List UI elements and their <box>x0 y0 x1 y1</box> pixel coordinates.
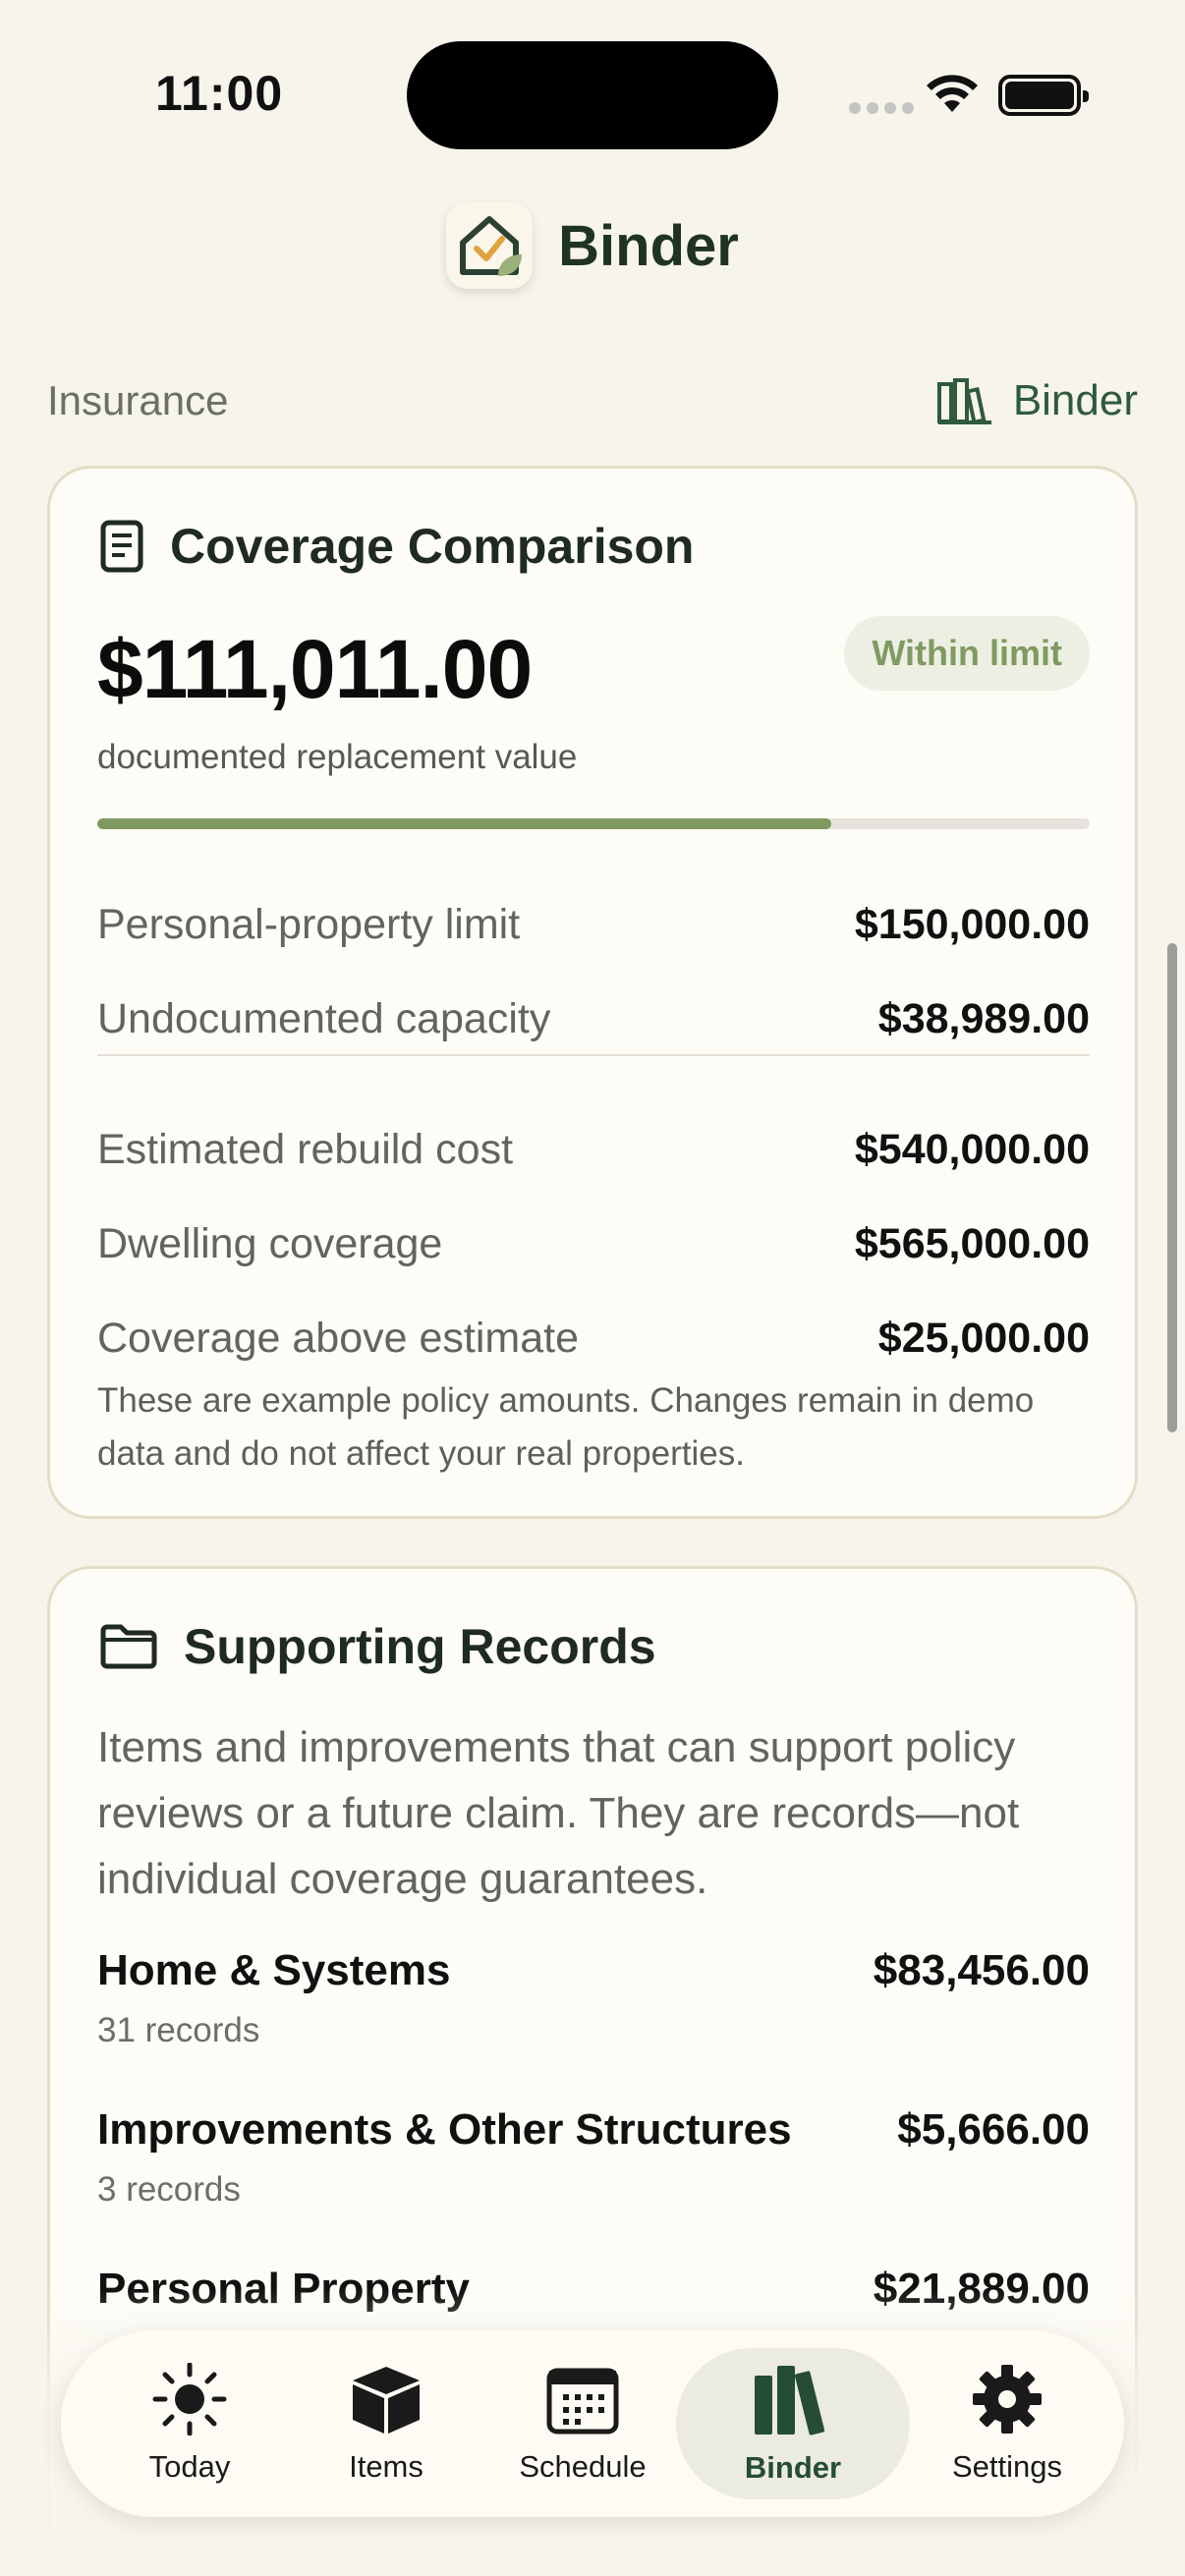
status-badge: Within limit <box>844 616 1090 691</box>
sun-icon <box>152 2363 227 2436</box>
scrollbar[interactable] <box>1167 943 1177 1432</box>
coverage-progress-bar <box>97 818 1090 829</box>
calendar-icon <box>546 2368 619 2435</box>
row-value: $565,000.00 <box>854 1219 1090 1267</box>
row-label: Estimated rebuild cost <box>97 1125 514 1173</box>
divider <box>97 1054 1090 1056</box>
supporting-intro: Items and improvements that can support … <box>97 1723 1020 1903</box>
app-title: Binder <box>558 213 739 278</box>
tab-label: Settings <box>951 2449 1062 2484</box>
tab-bar: Today Items Schedule Binder Settings <box>61 2330 1124 2517</box>
coverage-row: Undocumented capacity $38,989.00 <box>97 989 1090 1048</box>
tab-label: Items <box>349 2449 423 2484</box>
record-count: 31 records <box>97 2011 260 2049</box>
coverage-row: Dwelling coverage $565,000.00 <box>97 1214 1090 1273</box>
row-value: $150,000.00 <box>854 900 1090 948</box>
coverage-row: Estimated rebuild cost $540,000.00 <box>97 1120 1090 1179</box>
row-label: Undocumented capacity <box>97 994 551 1042</box>
tab-label: Today <box>148 2449 231 2484</box>
books-icon <box>755 2366 825 2436</box>
gear-icon <box>973 2365 1042 2434</box>
app-logo-icon <box>446 202 534 289</box>
app-header: Binder <box>0 202 1185 289</box>
tab-items[interactable]: Items <box>291 2348 481 2499</box>
row-value: $38,989.00 <box>877 994 1090 1042</box>
tab-today[interactable]: Today <box>94 2348 285 2499</box>
supporting-title: Supporting Records <box>184 1619 656 1674</box>
disclaimer-note: These are example policy amounts. Change… <box>97 1381 1035 1473</box>
cellular-signal-icon <box>849 102 914 114</box>
tab-schedule[interactable]: Schedule <box>487 2348 678 2499</box>
record-count: 3 records <box>97 2170 241 2209</box>
section-header: Insurance Binder <box>47 373 1138 428</box>
binder-link-label: Binder <box>1012 376 1138 424</box>
tab-label: Binder <box>744 2450 842 2485</box>
battery-icon <box>998 75 1089 116</box>
document-icon <box>100 520 143 573</box>
books-icon <box>936 378 991 425</box>
coverage-comparison-card: Coverage Comparison $111,011.00 Within l… <box>47 466 1138 1519</box>
box-icon <box>353 2367 420 2434</box>
section-label: Insurance <box>47 377 229 423</box>
clock: 11:00 <box>155 66 284 121</box>
value-caption: documented replacement value <box>97 738 578 776</box>
card-title: Supporting Records <box>99 1618 656 1675</box>
coverage-progress-fill <box>97 818 832 829</box>
record-value: $83,456.00 <box>873 1946 1090 1994</box>
coverage-row: Personal-property limit $150,000.00 <box>97 895 1090 954</box>
record-value: $5,666.00 <box>897 2105 1090 2154</box>
record-name: Improvements & Other Structures <box>97 2105 792 2154</box>
row-value: $25,000.00 <box>877 1314 1090 1362</box>
record-name: Home & Systems <box>97 1946 451 1994</box>
status-bar: 11:00 <box>0 0 1185 187</box>
dynamic-island <box>407 41 778 149</box>
folder-icon <box>100 1624 157 1669</box>
record-item[interactable]: Improvements & Other Structures $5,666.0… <box>97 2105 1090 2210</box>
record-item[interactable]: Home & Systems $83,456.00 31 records <box>97 1946 1090 2050</box>
row-label: Dwelling coverage <box>97 1219 443 1267</box>
tab-settings[interactable]: Settings <box>912 2348 1102 2499</box>
row-value: $540,000.00 <box>854 1125 1090 1173</box>
binder-link[interactable]: Binder <box>936 376 1138 425</box>
tab-label: Schedule <box>519 2449 647 2484</box>
coverage-title: Coverage Comparison <box>170 519 695 574</box>
coverage-row: Coverage above estimate $25,000.00 <box>97 1309 1090 1368</box>
row-label: Coverage above estimate <box>97 1314 580 1362</box>
documented-value: $111,011.00 <box>97 623 533 715</box>
row-label: Personal-property limit <box>97 900 521 948</box>
wifi-icon <box>927 75 978 112</box>
tab-binder[interactable]: Binder <box>676 2348 910 2499</box>
card-title: Coverage Comparison <box>99 518 694 575</box>
